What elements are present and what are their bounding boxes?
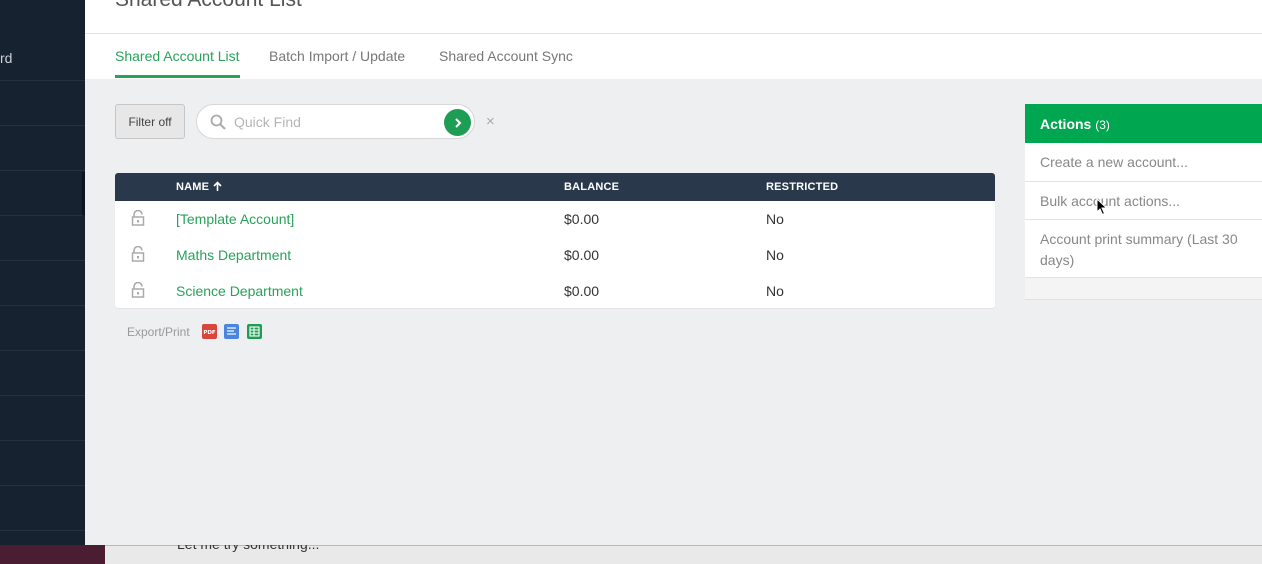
filter-toggle-button[interactable]: Filter off	[115, 104, 185, 139]
pdf-icon[interactable]: PDF	[202, 324, 217, 339]
table-row: Science Department $0.00 No	[115, 273, 995, 308]
sidebar-item[interactable]	[0, 127, 85, 171]
tab-shared-account-list[interactable]: Shared Account List	[115, 48, 240, 78]
page-header: Shared Account List	[85, 0, 1262, 34]
sidebar-item[interactable]	[0, 487, 85, 531]
sort-ascending-icon	[213, 181, 223, 191]
page-title: Shared Account List	[115, 0, 302, 12]
table-row: Maths Department $0.00 No	[115, 237, 995, 273]
sidebar: rd	[0, 0, 85, 545]
sidebar-item[interactable]	[0, 82, 85, 126]
account-name-link[interactable]: Science Department	[176, 283, 303, 299]
column-header-balance[interactable]: BALANCE	[564, 181, 619, 193]
actions-panel: Actions (3) Create a new account... Bulk…	[1025, 104, 1262, 300]
create-new-account-link[interactable]: Create a new account...	[1025, 143, 1262, 182]
account-balance: $0.00	[564, 283, 600, 299]
sidebar-item[interactable]	[0, 262, 85, 306]
svg-text:PDF: PDF	[203, 330, 216, 336]
unlock-icon	[131, 281, 145, 303]
search-icon	[210, 114, 226, 135]
spreadsheet-icon[interactable]	[247, 324, 262, 339]
background-window-strip	[0, 545, 105, 564]
main-content: Shared Account List Shared Account List …	[85, 0, 1262, 545]
unlock-icon	[131, 209, 145, 231]
sidebar-item[interactable]	[0, 37, 85, 81]
account-balance: $0.00	[564, 211, 600, 227]
account-name-link[interactable]: [Template Account]	[176, 211, 294, 227]
unlock-icon	[131, 245, 145, 267]
tab-bar: Shared Account List Batch Import / Updat…	[85, 34, 1262, 79]
table-header: NAME BALANCE RESTRICTED	[115, 173, 995, 201]
clear-search-icon[interactable]: ×	[486, 113, 495, 130]
shared-account-table: NAME BALANCE RESTRICTED [Template Accoun…	[115, 173, 995, 308]
column-header-name[interactable]: NAME	[176, 181, 223, 193]
account-restricted: No	[766, 211, 784, 227]
account-restricted: No	[766, 247, 784, 263]
sidebar-item-selected[interactable]	[0, 172, 85, 216]
search-go-button[interactable]	[444, 109, 471, 136]
chevron-right-icon	[454, 117, 461, 128]
account-balance: $0.00	[564, 247, 600, 263]
actions-panel-header: Actions (3)	[1025, 104, 1262, 143]
document-icon[interactable]	[224, 324, 239, 339]
sidebar-item[interactable]	[0, 442, 85, 486]
account-print-summary-link[interactable]: Account print summary (Last 30 days)	[1025, 220, 1262, 278]
bulk-account-actions-link[interactable]: Bulk account actions...	[1025, 182, 1262, 220]
quick-find-input[interactable]	[234, 113, 434, 131]
quick-find-box	[196, 104, 475, 139]
tab-shared-account-sync[interactable]: Shared Account Sync	[439, 48, 573, 75]
account-name-link[interactable]: Maths Department	[176, 247, 291, 263]
sidebar-item[interactable]	[0, 397, 85, 441]
export-print-label: Export/Print	[127, 325, 190, 339]
table-row: [Template Account] $0.00 No	[115, 201, 995, 237]
actions-count: (3)	[1095, 118, 1110, 132]
sidebar-item[interactable]	[0, 352, 85, 396]
sidebar-item[interactable]	[0, 217, 85, 261]
account-restricted: No	[766, 283, 784, 299]
mouse-cursor-icon	[1096, 197, 1108, 221]
sidebar-item[interactable]	[0, 307, 85, 351]
column-header-restricted[interactable]: RESTRICTED	[766, 181, 838, 193]
tab-batch-import-update[interactable]: Batch Import / Update	[269, 48, 405, 75]
